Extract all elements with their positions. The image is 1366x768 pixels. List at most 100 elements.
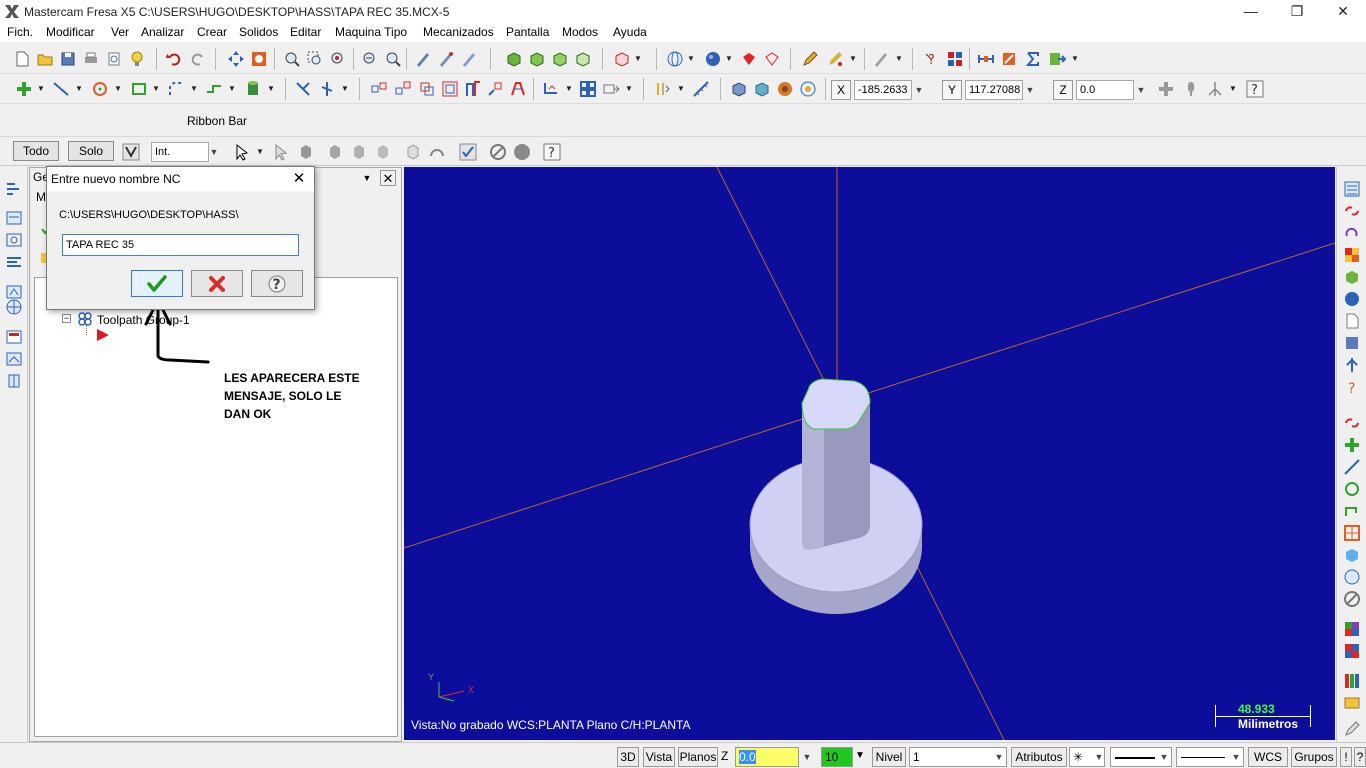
- selection-mode-select[interactable]: Int.: [151, 142, 209, 162]
- x-coord-dropdown[interactable]: ▼: [912, 80, 926, 100]
- select-only-button[interactable]: Solo: [68, 141, 114, 161]
- wcs-button[interactable]: WCS: [1248, 747, 1288, 767]
- xform-rotate-icon[interactable]: [418, 80, 436, 98]
- drafting-icon[interactable]: [542, 80, 560, 98]
- insert-arrow-icon[interactable]: [95, 328, 111, 342]
- sheet-icon[interactable]: [5, 328, 23, 346]
- zoom-window-icon[interactable]: [306, 50, 324, 68]
- cancel-button[interactable]: [191, 270, 243, 297]
- line-create-icon[interactable]: [1343, 458, 1361, 476]
- circle-create-icon[interactable]: [1343, 480, 1361, 498]
- analyze-dropdown[interactable]: ▼: [677, 80, 685, 98]
- autocursor-icon[interactable]: [1182, 80, 1200, 98]
- solid-cube-icon[interactable]: [528, 50, 546, 68]
- globe-icon[interactable]: [666, 50, 684, 68]
- point-plus-icon[interactable]: [15, 80, 33, 98]
- relative-point-icon[interactable]: [1206, 80, 1224, 98]
- select-back-icon[interactable]: [404, 143, 422, 161]
- toolpath-verify-icon[interactable]: [414, 50, 432, 68]
- point-style-dropdown[interactable]: ▼: [1092, 747, 1106, 767]
- shading-outline-icon[interactable]: [763, 50, 781, 68]
- tool-icon[interactable]: [872, 50, 890, 68]
- toolpath-group-icon[interactable]: [77, 311, 93, 327]
- xform-offset-icon[interactable]: [464, 80, 482, 98]
- redo-icon[interactable]: [189, 50, 207, 68]
- menu-ver[interactable]: Ver: [111, 25, 129, 39]
- tool-library-icon[interactable]: [799, 80, 817, 98]
- alert-button[interactable]: !: [1340, 747, 1352, 767]
- minimize-button[interactable]: —: [1228, 0, 1274, 24]
- view-cube-icon[interactable]: [613, 50, 631, 68]
- fast-point-icon[interactable]: [1157, 80, 1175, 98]
- globe-small-icon[interactable]: [1343, 568, 1361, 586]
- solid-wireframe-icon[interactable]: [574, 50, 592, 68]
- menu-mecanizados[interactable]: Mecanizados: [423, 25, 494, 39]
- x-coord-field[interactable]: -185.2633: [854, 80, 912, 100]
- select-solid-icon[interactable]: [297, 143, 315, 161]
- view-cube-dropdown[interactable]: ▼: [634, 50, 642, 68]
- color-bars-icon[interactable]: [1343, 672, 1361, 690]
- break-icon[interactable]: [318, 80, 336, 98]
- break-dropdown[interactable]: ▼: [341, 80, 349, 98]
- stock-model-icon[interactable]: [730, 80, 748, 98]
- grid-red-icon[interactable]: [946, 50, 964, 68]
- toolpath-manager-icon[interactable]: [5, 180, 23, 198]
- select-body-icon[interactable]: [374, 143, 392, 161]
- new-file-icon[interactable]: [13, 50, 31, 68]
- z-depth-dropdown[interactable]: ▼: [800, 747, 814, 767]
- surface-cylinder-icon[interactable]: [244, 80, 262, 98]
- cancel-selection-icon[interactable]: [489, 143, 507, 161]
- edit-icon[interactable]: [1343, 720, 1361, 738]
- status-help-button[interactable]: ?: [1354, 747, 1366, 767]
- selection-help-icon[interactable]: ?: [543, 143, 561, 161]
- spline-icon[interactable]: [205, 80, 223, 98]
- surface-dropdown[interactable]: ▼: [267, 80, 275, 98]
- rect-grid-icon[interactable]: [1343, 524, 1361, 542]
- relative-point-dropdown[interactable]: ▼: [1229, 80, 1237, 98]
- select-arrow-icon[interactable]: [234, 143, 252, 161]
- hint-bulb-icon[interactable]: [128, 50, 146, 68]
- part-boss[interactable]: [801, 378, 871, 550]
- line-dropdown[interactable]: ▼: [75, 80, 83, 98]
- y-coord-field[interactable]: 117.27088: [965, 80, 1023, 100]
- sphere-dropdown[interactable]: ▼: [725, 50, 733, 68]
- atributos-button[interactable]: Atributos: [1011, 747, 1067, 767]
- stock-view-icon[interactable]: [5, 350, 23, 368]
- menu-ayuda[interactable]: Ayuda: [613, 25, 647, 39]
- regen-icon[interactable]: [5, 231, 23, 249]
- material-icon[interactable]: [776, 80, 794, 98]
- select-face-icon[interactable]: [350, 143, 368, 161]
- shading-red-icon[interactable]: [740, 50, 758, 68]
- polyline-icon[interactable]: [1343, 502, 1361, 520]
- menu-crear[interactable]: Crear: [197, 25, 227, 39]
- simulate-icon[interactable]: [460, 50, 478, 68]
- operations-icon[interactable]: [5, 209, 23, 227]
- y-coord-dropdown[interactable]: ▼: [1023, 80, 1037, 100]
- xform-translate-icon[interactable]: [370, 80, 388, 98]
- maximize-button[interactable]: ❐: [1274, 0, 1320, 24]
- ok-button[interactable]: [131, 270, 183, 297]
- manager-dropdown[interactable]: ▼: [360, 170, 374, 186]
- z-coord-field[interactable]: 0.0: [1076, 80, 1134, 100]
- no-entry-icon[interactable]: [1343, 590, 1361, 608]
- viewport-scene[interactable]: [404, 167, 1335, 740]
- measure-icon[interactable]: [692, 80, 710, 98]
- rectangle-icon[interactable]: [130, 80, 148, 98]
- menu-editar[interactable]: Editar: [290, 25, 321, 39]
- file-list-icon[interactable]: [5, 372, 23, 390]
- export-dropdown[interactable]: ▼: [1071, 50, 1079, 68]
- open-folder-icon[interactable]: [36, 50, 54, 68]
- dialog-close-button[interactable]: ✕: [287, 168, 311, 190]
- manager-close-button[interactable]: ✕: [380, 170, 396, 186]
- blue-sphere-icon[interactable]: [1343, 290, 1361, 308]
- menu-solidos[interactable]: Solidos: [239, 25, 278, 39]
- tool-dropdown[interactable]: ▼: [895, 50, 903, 68]
- tree-expand-toggle[interactable]: −: [62, 314, 71, 323]
- circle-icon[interactable]: [91, 80, 109, 98]
- hint-question-icon[interactable]: ?: [1343, 378, 1361, 396]
- chain-red-icon[interactable]: [1343, 202, 1361, 220]
- z-depth-field[interactable]: 0.0: [735, 747, 799, 767]
- select-loop-icon[interactable]: [428, 143, 446, 161]
- attributes-icon[interactable]: [826, 50, 844, 68]
- surface-blue-icon[interactable]: [1343, 546, 1361, 564]
